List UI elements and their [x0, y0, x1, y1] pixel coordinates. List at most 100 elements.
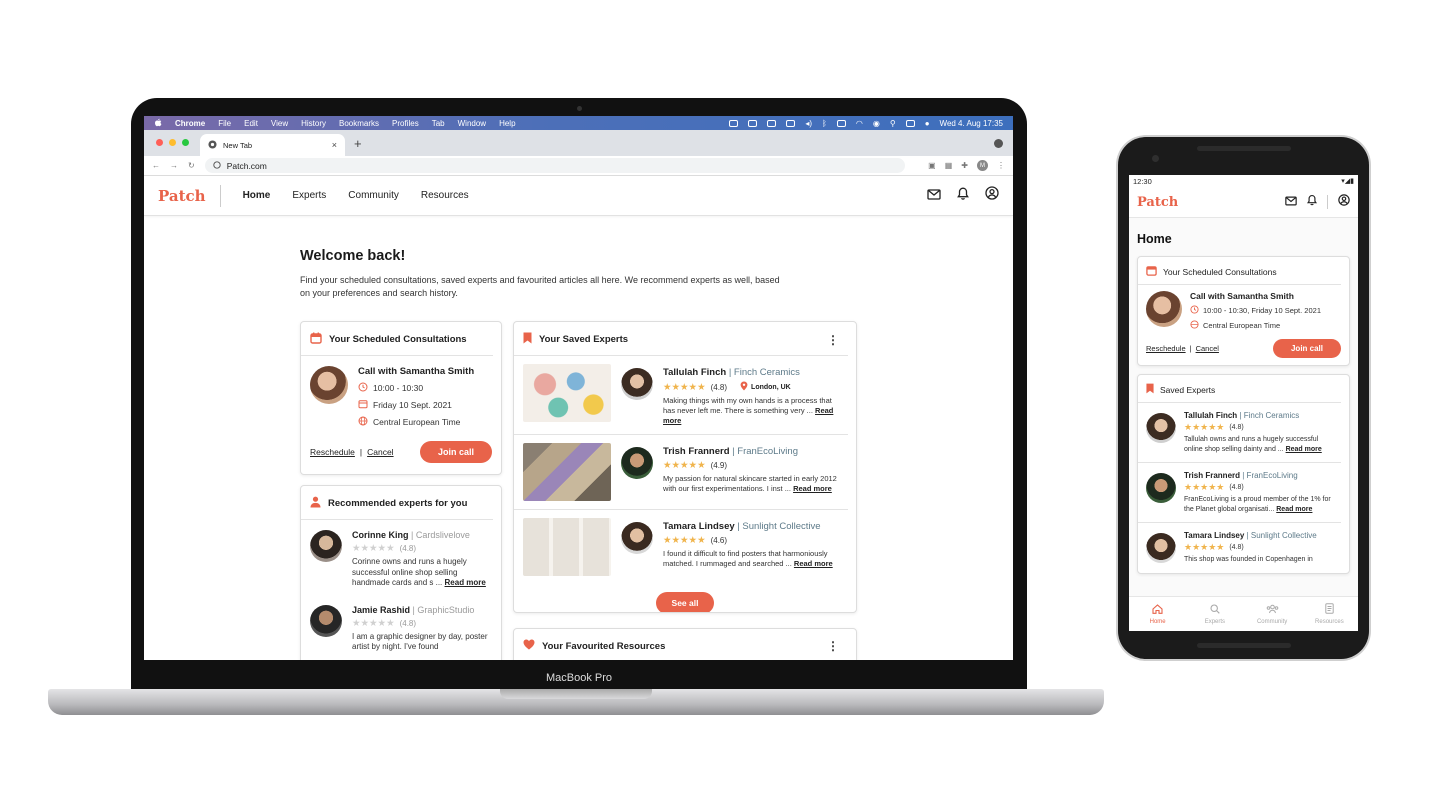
address-bar[interactable]: Patch.com [204, 158, 905, 173]
menu-bookmarks[interactable]: Bookmarks [339, 119, 379, 128]
tab-search-icon[interactable] [994, 139, 1003, 148]
nav-community[interactable]: Community [348, 190, 399, 201]
menu-view[interactable]: View [271, 119, 288, 128]
expert-brand[interactable]: | Sunlight Collective [1247, 531, 1317, 540]
reschedule-link[interactable]: Reschedule [1146, 344, 1186, 353]
more-options-icon[interactable]: ⋮ [827, 639, 839, 653]
forward-arrow-icon[interactable]: → [170, 161, 178, 170]
camera-extension-icon[interactable]: ▣ [928, 161, 936, 170]
list-item[interactable]: Trish Frannerd | FranEcoLiving ★★★★★ (4.8… [1138, 463, 1341, 523]
list-item[interactable]: Tallulah Finch | Finch Ceramics ★★★★★ (4… [514, 356, 848, 435]
location-text: London, UK [751, 383, 791, 391]
chrome-menu-icon[interactable]: ⋮ [997, 161, 1005, 170]
menubar-record-icon[interactable] [767, 119, 777, 127]
account-icon[interactable] [1338, 193, 1350, 211]
bell-icon[interactable] [957, 187, 969, 205]
bluetooth-icon[interactable]: ᛒ [822, 119, 827, 128]
join-call-button[interactable]: Join call [419, 441, 492, 463]
list-item[interactable]: Tamara Lindsey | Sunlight Collective ★★★… [514, 510, 848, 584]
menu-file[interactable]: File [218, 119, 231, 128]
list-item[interactable]: Corinne King | Cardslivelove ★★★★★ (4.8) … [301, 520, 501, 595]
menubar-clock[interactable]: Wed 4. Aug 17:35 [940, 119, 1003, 128]
menu-profiles[interactable]: Profiles [392, 119, 419, 128]
more-options-icon[interactable]: ⋮ [827, 333, 839, 347]
read-more-link[interactable]: Read more [794, 559, 833, 568]
expert-name[interactable]: Tamara Lindsey [663, 521, 735, 532]
menubar-app-icon[interactable] [729, 119, 739, 127]
wifi-icon[interactable]: ◠ [856, 119, 863, 128]
expert-name[interactable]: Tallulah Finch [1184, 411, 1237, 420]
tab-close-icon[interactable]: × [332, 140, 337, 150]
volume-icon[interactable]: ◂) [805, 119, 812, 128]
siri-icon[interactable]: ● [925, 119, 930, 128]
bottom-nav-community[interactable]: Community [1244, 597, 1301, 631]
expert-brand[interactable]: | Finch Ceramics [1239, 411, 1299, 420]
expert-name[interactable]: Trish Frannerd [1184, 471, 1240, 480]
bottom-nav-resources[interactable]: Resources [1301, 597, 1358, 631]
account-icon[interactable] [985, 186, 999, 205]
minimize-window-button[interactable] [169, 139, 176, 146]
expert-name[interactable]: Tallulah Finch [663, 367, 726, 378]
site-info-icon[interactable] [213, 160, 221, 171]
expert-brand[interactable]: | GraphicStudio [413, 605, 475, 615]
product-image[interactable] [523, 518, 611, 576]
rating: ★★★★★ (4.9) [663, 460, 839, 471]
cancel-link[interactable]: Cancel [1196, 344, 1219, 353]
read-more-link[interactable]: Read more [1276, 506, 1312, 513]
join-call-button[interactable]: Join call [1272, 339, 1341, 358]
bottom-nav-home[interactable]: Home [1129, 597, 1186, 631]
read-more-link[interactable]: Read more [1286, 446, 1322, 453]
list-item[interactable]: Trish Frannerd | FranEcoLiving ★★★★★ (4.… [514, 435, 848, 510]
menu-tab[interactable]: Tab [432, 119, 445, 128]
nav-resources[interactable]: Resources [421, 190, 469, 201]
cancel-link[interactable]: Cancel [367, 447, 393, 457]
nav-home[interactable]: Home [243, 190, 271, 201]
product-image[interactable] [523, 364, 611, 422]
notion-extension-icon[interactable]: ▦ [945, 161, 953, 170]
menu-chrome[interactable]: Chrome [175, 119, 205, 128]
extensions-puzzle-icon[interactable]: ✚ [961, 161, 968, 170]
bell-icon[interactable] [1306, 193, 1318, 211]
browser-tab[interactable]: New Tab × [200, 134, 345, 156]
menu-edit[interactable]: Edit [244, 119, 258, 128]
expert-brand[interactable]: | Cardslivelove [411, 530, 470, 540]
new-tab-button[interactable]: + [354, 136, 362, 151]
mail-icon[interactable] [927, 187, 941, 205]
expert-name[interactable]: Trish Frannerd [663, 446, 730, 457]
read-more-link[interactable]: Read more [445, 578, 486, 587]
apple-icon[interactable] [154, 118, 162, 129]
mail-icon[interactable] [1285, 193, 1297, 211]
list-item[interactable]: Tallulah Finch | Finch Ceramics ★★★★★ (4.… [1138, 403, 1341, 463]
expert-brand[interactable]: | Sunlight Collective [737, 521, 820, 532]
menu-window[interactable]: Window [458, 119, 486, 128]
patch-logo[interactable]: Patch [158, 184, 221, 207]
back-arrow-icon[interactable]: ← [152, 161, 160, 170]
list-item[interactable]: Jamie Rashid | GraphicStudio ★★★★★ (4.8) … [301, 595, 501, 659]
control-center-icon[interactable] [905, 119, 915, 127]
user-switch-icon[interactable]: ◉ [873, 119, 880, 128]
bottom-nav-experts[interactable]: Experts [1186, 597, 1243, 631]
reschedule-link[interactable]: Reschedule [310, 447, 355, 457]
nav-experts[interactable]: Experts [292, 190, 326, 201]
expert-brand[interactable]: | FranEcoLiving [1242, 471, 1297, 480]
spotlight-search-icon[interactable]: ⚲ [890, 119, 896, 128]
see-all-button[interactable]: See all [655, 592, 715, 612]
list-item[interactable]: Tamara Lindsey | Sunlight Collective ★★★… [1138, 523, 1341, 573]
menu-history[interactable]: History [301, 119, 326, 128]
expert-brand[interactable]: | FranEcoLiving [732, 446, 798, 457]
menubar-keyboard-icon[interactable] [786, 119, 796, 127]
patch-logo[interactable]: Patch [1137, 195, 1178, 210]
reload-icon[interactable]: ↻ [188, 161, 195, 170]
close-window-button[interactable] [156, 139, 163, 146]
product-image[interactable] [523, 443, 611, 501]
zoom-window-button[interactable] [182, 139, 189, 146]
read-more-link[interactable]: Read more [793, 484, 832, 493]
profile-avatar[interactable]: M [977, 160, 988, 171]
expert-name[interactable]: Corinne King [352, 530, 409, 540]
expert-name[interactable]: Jamie Rashid [352, 605, 410, 615]
menu-help[interactable]: Help [499, 119, 515, 128]
expert-brand[interactable]: | Finch Ceramics [729, 367, 800, 378]
battery-icon[interactable] [836, 119, 846, 127]
menubar-cloud-icon[interactable] [748, 119, 758, 127]
expert-name[interactable]: Tamara Lindsey [1184, 531, 1244, 540]
